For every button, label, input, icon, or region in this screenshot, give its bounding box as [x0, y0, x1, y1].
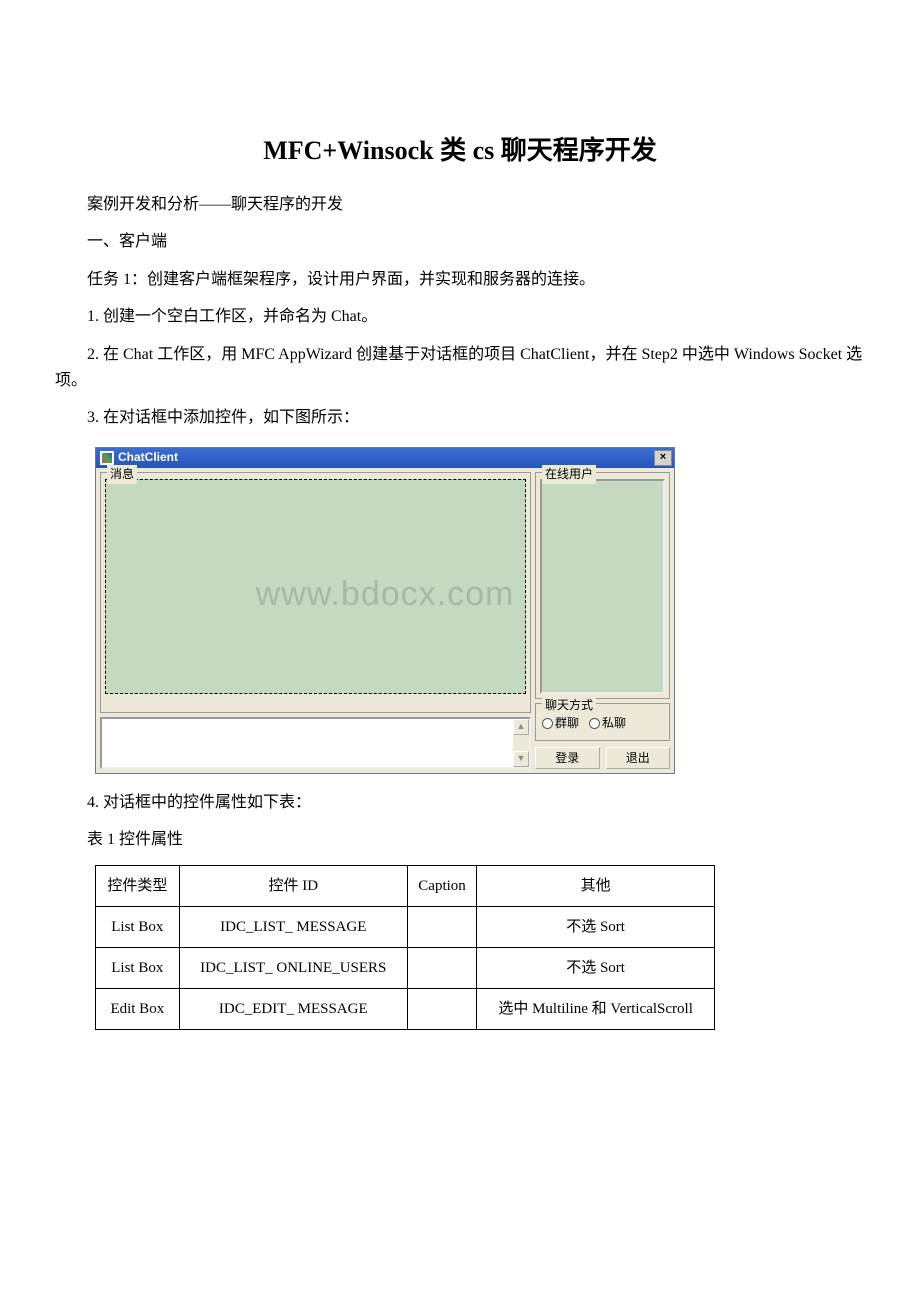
table-header: 控件类型 [96, 865, 180, 906]
table-cell [407, 906, 476, 947]
table-row: List Box IDC_LIST_ MESSAGE 不选 Sort [96, 906, 715, 947]
radio-private-chat[interactable]: 私聊 [589, 714, 626, 733]
table-cell: List Box [96, 947, 180, 988]
paragraph: 一、客户端 [55, 229, 865, 255]
table-cell: IDC_LIST_ ONLINE_USERS [179, 947, 407, 988]
message-listbox[interactable] [105, 479, 526, 694]
paragraph: 2. 在 Chat 工作区，用 MFC AppWizard 创建基于对话框的项目… [55, 342, 865, 393]
online-users-group: 在线用户 [535, 472, 670, 699]
table-cell: 不选 Sort [477, 906, 715, 947]
message-edit[interactable] [102, 719, 513, 767]
table-cell: 不选 Sort [477, 947, 715, 988]
message-edit-area[interactable]: ▲ ▼ [100, 717, 531, 769]
table-header-row: 控件类型 控件 ID Caption 其他 [96, 865, 715, 906]
table-header: 控件 ID [179, 865, 407, 906]
radio-icon [589, 718, 600, 729]
table-cell: Edit Box [96, 988, 180, 1029]
paragraph: 表 1 控件属性 [55, 827, 865, 853]
table-cell: IDC_EDIT_ MESSAGE [179, 988, 407, 1029]
chat-mode-group: 聊天方式 群聊 私聊 [535, 703, 670, 741]
paragraph: 案例开发和分析——聊天程序的开发 [55, 192, 865, 218]
radio-icon [542, 718, 553, 729]
group-label-users: 在线用户 [542, 465, 596, 484]
table-cell [407, 988, 476, 1029]
paragraph: 3. 在对话框中添加控件，如下图所示： [55, 405, 865, 431]
scrollbar[interactable]: ▲ ▼ [513, 719, 529, 767]
table-cell: IDC_LIST_ MESSAGE [179, 906, 407, 947]
table-cell: 选中 Multiline 和 VerticalScroll [477, 988, 715, 1029]
close-button[interactable]: × [654, 450, 672, 466]
dialog-screenshot: ChatClient × 消息 ▲ ▼ 在线用户 [95, 447, 675, 774]
table-header: Caption [407, 865, 476, 906]
message-group: 消息 [100, 472, 531, 713]
table-header: 其他 [477, 865, 715, 906]
table-row: List Box IDC_LIST_ ONLINE_USERS 不选 Sort [96, 947, 715, 988]
scroll-up-icon[interactable]: ▲ [513, 719, 529, 735]
paragraph: 4. 对话框中的控件属性如下表： [55, 790, 865, 816]
group-label-message: 消息 [107, 465, 137, 484]
page-title: MFC+Winsock 类 cs 聊天程序开发 [55, 130, 865, 172]
radio-group-chat[interactable]: 群聊 [542, 714, 579, 733]
exit-button[interactable]: 退出 [606, 747, 671, 769]
online-users-listbox[interactable] [540, 479, 665, 694]
paragraph: 任务 1：创建客户端框架程序，设计用户界面，并实现和服务器的连接。 [55, 267, 865, 293]
login-button[interactable]: 登录 [535, 747, 600, 769]
table-cell: List Box [96, 906, 180, 947]
table-cell [407, 947, 476, 988]
group-label-mode: 聊天方式 [542, 696, 596, 715]
properties-table: 控件类型 控件 ID Caption 其他 List Box IDC_LIST_… [95, 865, 715, 1030]
app-icon [100, 451, 114, 465]
paragraph: 1. 创建一个空白工作区，并命名为 Chat。 [55, 304, 865, 330]
scroll-down-icon[interactable]: ▼ [513, 751, 529, 767]
table-row: Edit Box IDC_EDIT_ MESSAGE 选中 Multiline … [96, 988, 715, 1029]
